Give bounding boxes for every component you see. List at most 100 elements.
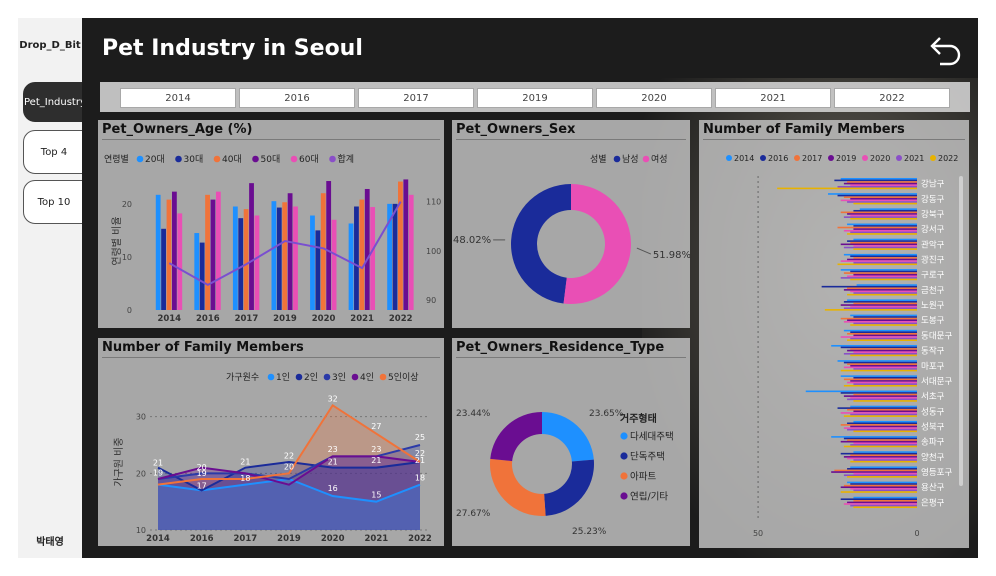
donut-slice	[563, 184, 631, 304]
bar	[843, 361, 917, 364]
bar	[847, 349, 917, 352]
data-label: 21	[371, 456, 381, 465]
sidebar: Drop_D_Bit Pet_Industry Top 4 Top 10 박태영	[18, 18, 86, 558]
legend-marker	[642, 155, 650, 163]
slice-label: 23.44%	[456, 409, 491, 419]
x-tick-label: 2014	[146, 534, 170, 544]
bar	[850, 405, 917, 408]
bar	[843, 246, 917, 249]
bar	[177, 213, 183, 310]
bar	[840, 424, 917, 426]
legend-marker	[930, 155, 936, 161]
legend-marker	[267, 373, 275, 381]
bar	[843, 329, 917, 332]
x-tick-label: 2022	[408, 534, 432, 544]
bar	[850, 337, 917, 340]
bar	[843, 484, 917, 487]
bar	[840, 452, 917, 455]
y-tick-label: 0	[127, 306, 132, 315]
bar	[840, 269, 917, 271]
bar	[850, 324, 917, 326]
bar	[166, 199, 172, 310]
category-label: 동대문구	[921, 331, 952, 341]
bar	[850, 305, 917, 308]
page-title: Pet Industry in Seoul	[102, 36, 363, 61]
bar	[850, 460, 917, 463]
bar	[843, 216, 917, 218]
district-chart-panel: Number of Family Members 2014 2016 2017 201…	[699, 120, 969, 548]
x-tick-label: 2017	[235, 314, 259, 324]
slice-label: 27.67%	[456, 509, 491, 519]
bar	[847, 408, 917, 411]
bar	[847, 501, 917, 504]
bar	[853, 376, 917, 379]
data-label: 23	[371, 445, 381, 454]
year-button-2021[interactable]: 2021	[715, 88, 831, 108]
legend-marker	[862, 155, 868, 161]
year-button-2019[interactable]: 2019	[477, 88, 593, 108]
bar	[850, 290, 917, 293]
bar	[840, 243, 917, 246]
y-axis-label: 가구원 비중	[113, 437, 125, 486]
category-label: 관악구	[921, 239, 945, 250]
bar	[850, 255, 917, 258]
year-button-2022[interactable]: 2022	[834, 88, 950, 108]
bar	[847, 333, 917, 335]
year-button-2016[interactable]: 2016	[239, 88, 355, 108]
legend-label: 40대	[222, 154, 242, 165]
bar	[853, 316, 917, 318]
y-tick-label: 20	[122, 200, 132, 209]
bar	[843, 437, 917, 440]
x-tick-label: 2019	[273, 314, 297, 324]
nav-top4-button[interactable]: Top 4	[23, 130, 85, 174]
bar	[847, 476, 917, 478]
bar	[853, 225, 917, 227]
bar	[840, 440, 917, 443]
bar	[834, 179, 917, 182]
bar	[853, 334, 917, 337]
year-button-2020[interactable]: 2020	[596, 88, 712, 108]
year-button-2017[interactable]: 2017	[358, 88, 474, 108]
bar	[837, 360, 917, 362]
legend-label: 연립/기타	[630, 491, 668, 503]
bar	[847, 457, 917, 460]
year-button-2014[interactable]: 2014	[120, 88, 236, 108]
bar	[850, 184, 917, 186]
bar	[853, 257, 917, 259]
category-label: 강북구	[921, 209, 945, 220]
legend-label: 2인	[304, 372, 318, 383]
legend-label: 30대	[184, 154, 204, 165]
bar	[850, 466, 917, 469]
bar	[840, 346, 917, 349]
bar	[853, 209, 917, 212]
bar	[850, 197, 917, 200]
bar	[315, 230, 321, 310]
legend-marker	[295, 373, 303, 381]
bar	[853, 489, 917, 492]
legend-label: 50대	[261, 154, 281, 165]
bar	[408, 194, 414, 310]
category-label: 도봉구	[921, 316, 945, 326]
bar	[843, 182, 917, 185]
nav-pet-industry-button[interactable]: Pet_Industry	[23, 82, 86, 122]
bar	[840, 375, 917, 377]
bar	[847, 201, 917, 203]
bar	[403, 179, 409, 310]
bar	[853, 393, 917, 396]
legend-label: 2020	[870, 154, 890, 163]
bar	[205, 194, 210, 310]
brand-label: Drop_D_Bit	[19, 40, 81, 51]
bar	[850, 444, 917, 446]
y-axis-label: 연령별 비율	[111, 216, 123, 265]
legend-label: 아파트	[630, 472, 656, 483]
x-tick-label: 50	[753, 529, 763, 538]
bar	[850, 380, 917, 382]
x-tick-label: 2014	[157, 314, 181, 324]
category-label: 서초구	[921, 392, 945, 402]
bar	[847, 213, 917, 215]
bar	[850, 454, 917, 457]
legend-label: 5인이상	[388, 372, 419, 383]
nav-top10-button[interactable]: Top 10	[23, 180, 85, 224]
undo-arrow-icon[interactable]	[924, 32, 964, 72]
bar	[847, 287, 917, 290]
